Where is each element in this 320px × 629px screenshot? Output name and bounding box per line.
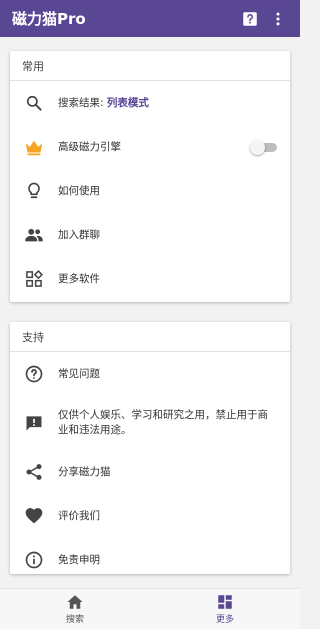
- search-mode-value: 列表模式: [106, 96, 149, 109]
- engine-label: 高级磁力引擎: [58, 140, 121, 153]
- disclaimer-label: 免责申明: [58, 553, 100, 566]
- more-software-label: 更多软件: [58, 272, 100, 285]
- support-card: 支持 常见问题 仅供个人娱乐、学习和研究之用，禁止用于商业和违法用途。 分享磁力…: [10, 322, 290, 574]
- more-vert-icon: [276, 12, 280, 25]
- support-header: 支持: [10, 322, 290, 352]
- search-icon: [22, 91, 46, 115]
- rate-label: 评价我们: [58, 509, 100, 522]
- overflow-menu-button[interactable]: [264, 5, 292, 33]
- tab-more[interactable]: 更多: [150, 589, 300, 629]
- app-title: 磁力猫Pro: [12, 10, 86, 28]
- notice-text: 仅供个人娱乐、学习和研究之用，禁止用于商业和违法用途。: [58, 409, 268, 436]
- home-icon: [67, 595, 83, 609]
- share-row[interactable]: 分享磁力猫: [10, 450, 290, 494]
- crown-icon: [22, 135, 46, 159]
- group-row[interactable]: 加入群聊: [10, 213, 290, 257]
- disclaimer-row[interactable]: 免责申明: [10, 538, 290, 582]
- engine-toggle[interactable]: [250, 140, 278, 155]
- feedback-icon: [22, 411, 46, 435]
- info-icon: [22, 548, 46, 572]
- tab-more-label: 更多: [215, 615, 234, 625]
- share-icon: [22, 460, 46, 484]
- tab-search-label: 搜索: [65, 615, 84, 625]
- dashboard-icon: [218, 595, 232, 609]
- more-software-row[interactable]: 更多软件: [10, 257, 290, 301]
- bottom-navigation: 搜索 更多: [0, 588, 300, 629]
- group-icon: [22, 223, 46, 247]
- tab-search[interactable]: 搜索: [0, 589, 150, 629]
- help-icon: [243, 11, 257, 26]
- search-mode-row[interactable]: 搜索结果: 列表模式: [10, 81, 290, 125]
- faq-label: 常见问题: [58, 367, 100, 380]
- faq-row[interactable]: 常见问题: [10, 352, 290, 396]
- common-card: 常用 搜索结果: 列表模式 高级磁力引擎 如何使用 加入群聊 更多软件: [10, 51, 290, 302]
- help-button[interactable]: [236, 5, 264, 33]
- help-circle-icon: [22, 362, 46, 386]
- howto-row[interactable]: 如何使用: [10, 169, 290, 213]
- howto-label: 如何使用: [58, 184, 100, 197]
- notice-row: 仅供个人娱乐、学习和研究之用，禁止用于商业和违法用途。: [10, 396, 290, 450]
- widgets-icon: [22, 267, 46, 291]
- lightbulb-icon: [22, 179, 46, 203]
- search-result-label: 搜索结果:: [58, 96, 107, 109]
- share-label: 分享磁力猫: [58, 465, 111, 478]
- group-label: 加入群聊: [58, 228, 100, 241]
- app-bar: 磁力猫Pro: [0, 0, 300, 37]
- common-header: 常用: [10, 51, 290, 81]
- heart-icon: [22, 504, 46, 528]
- engine-row[interactable]: 高级磁力引擎: [10, 125, 290, 169]
- rate-row[interactable]: 评价我们: [10, 494, 290, 538]
